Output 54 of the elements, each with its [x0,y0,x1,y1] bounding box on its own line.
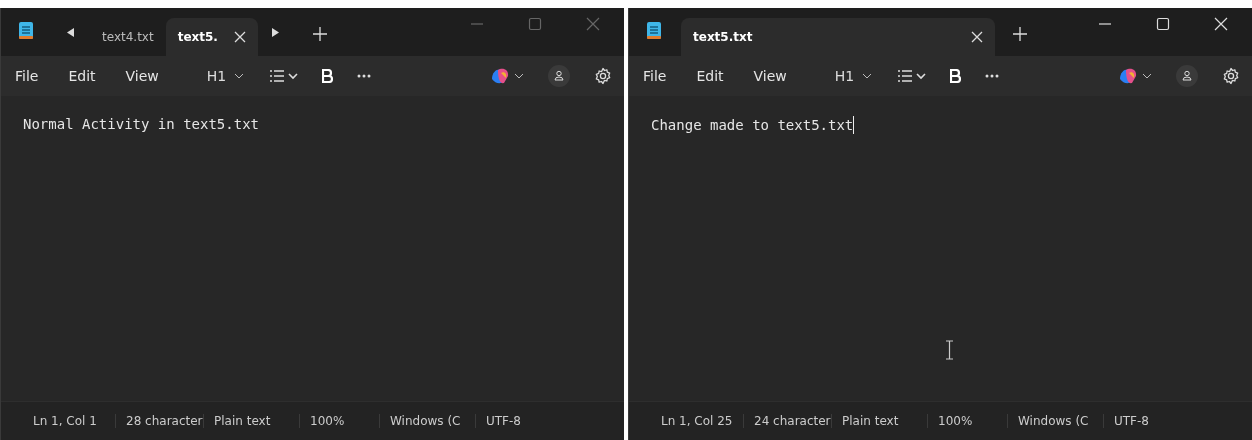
status-item: Windows (C [379,414,475,428]
close-icon[interactable] [233,31,246,43]
status-item: Windows (C [1007,414,1103,428]
scroll-right-icon[interactable] [271,28,279,37]
chevron-icon [234,73,245,79]
account-icon[interactable] [1176,65,1198,87]
tab-label: text5.txt [693,30,753,44]
more-icon[interactable] [985,74,1000,78]
copilot-icon[interactable] [1118,67,1152,85]
list-icon[interactable] [270,69,299,83]
settings-icon[interactable] [1222,67,1240,85]
menu-item[interactable]: Edit [68,68,96,84]
settings-icon[interactable] [594,67,612,85]
status-item: UTF-8 [475,414,535,428]
add-tab-icon[interactable] [1013,27,1027,41]
status-item: 24 character [743,414,831,428]
status-item: 28 character [115,414,203,428]
status-item: Plain text [831,414,927,428]
text-caret [853,116,855,134]
list-icon[interactable] [898,69,927,83]
text-cursor-icon [945,340,954,360]
tab[interactable]: text5. [165,18,258,56]
chevron-icon [862,73,873,79]
more-icon[interactable] [357,74,372,78]
menu-item[interactable]: File [643,68,667,84]
status-item: Ln 1, Col 25 [660,414,734,428]
status-item: 100% [927,414,1007,428]
scroll-left-icon[interactable] [67,28,74,37]
bold-icon[interactable] [322,69,334,83]
tab-label: text4.txt [102,30,154,44]
heading-dropdown[interactable]: H1 [834,68,873,84]
tab[interactable]: text4.txt [90,18,166,56]
menu-item[interactable]: View [125,68,159,84]
notepad-icon [19,21,33,39]
menu-item[interactable]: View [753,68,787,84]
menu-item[interactable]: Edit [696,68,724,84]
add-tab-icon[interactable] [312,27,327,41]
copilot-icon[interactable] [490,67,524,85]
status-item: UTF-8 [1103,414,1163,428]
tab-label: text5. [177,30,218,44]
notepad-icon [647,21,661,39]
tab[interactable]: text5.txt [681,18,995,56]
heading-dropdown[interactable]: H1 [206,68,245,84]
status-item: 100% [299,414,379,428]
document-text: Normal Activity in text5.txt [23,116,259,132]
document-text: Change made to text5.txt [651,117,854,133]
close-icon[interactable] [971,31,983,43]
editor-area[interactable]: Normal Activity in text5.txt [1,96,624,401]
menu-item[interactable]: File [15,68,39,84]
status-item: Ln 1, Col 1 [32,414,98,428]
bold-icon[interactable] [950,69,962,83]
status-item: Plain text [203,414,299,428]
account-icon[interactable] [548,65,570,87]
editor-area[interactable]: Change made to text5.txt [629,96,1252,401]
